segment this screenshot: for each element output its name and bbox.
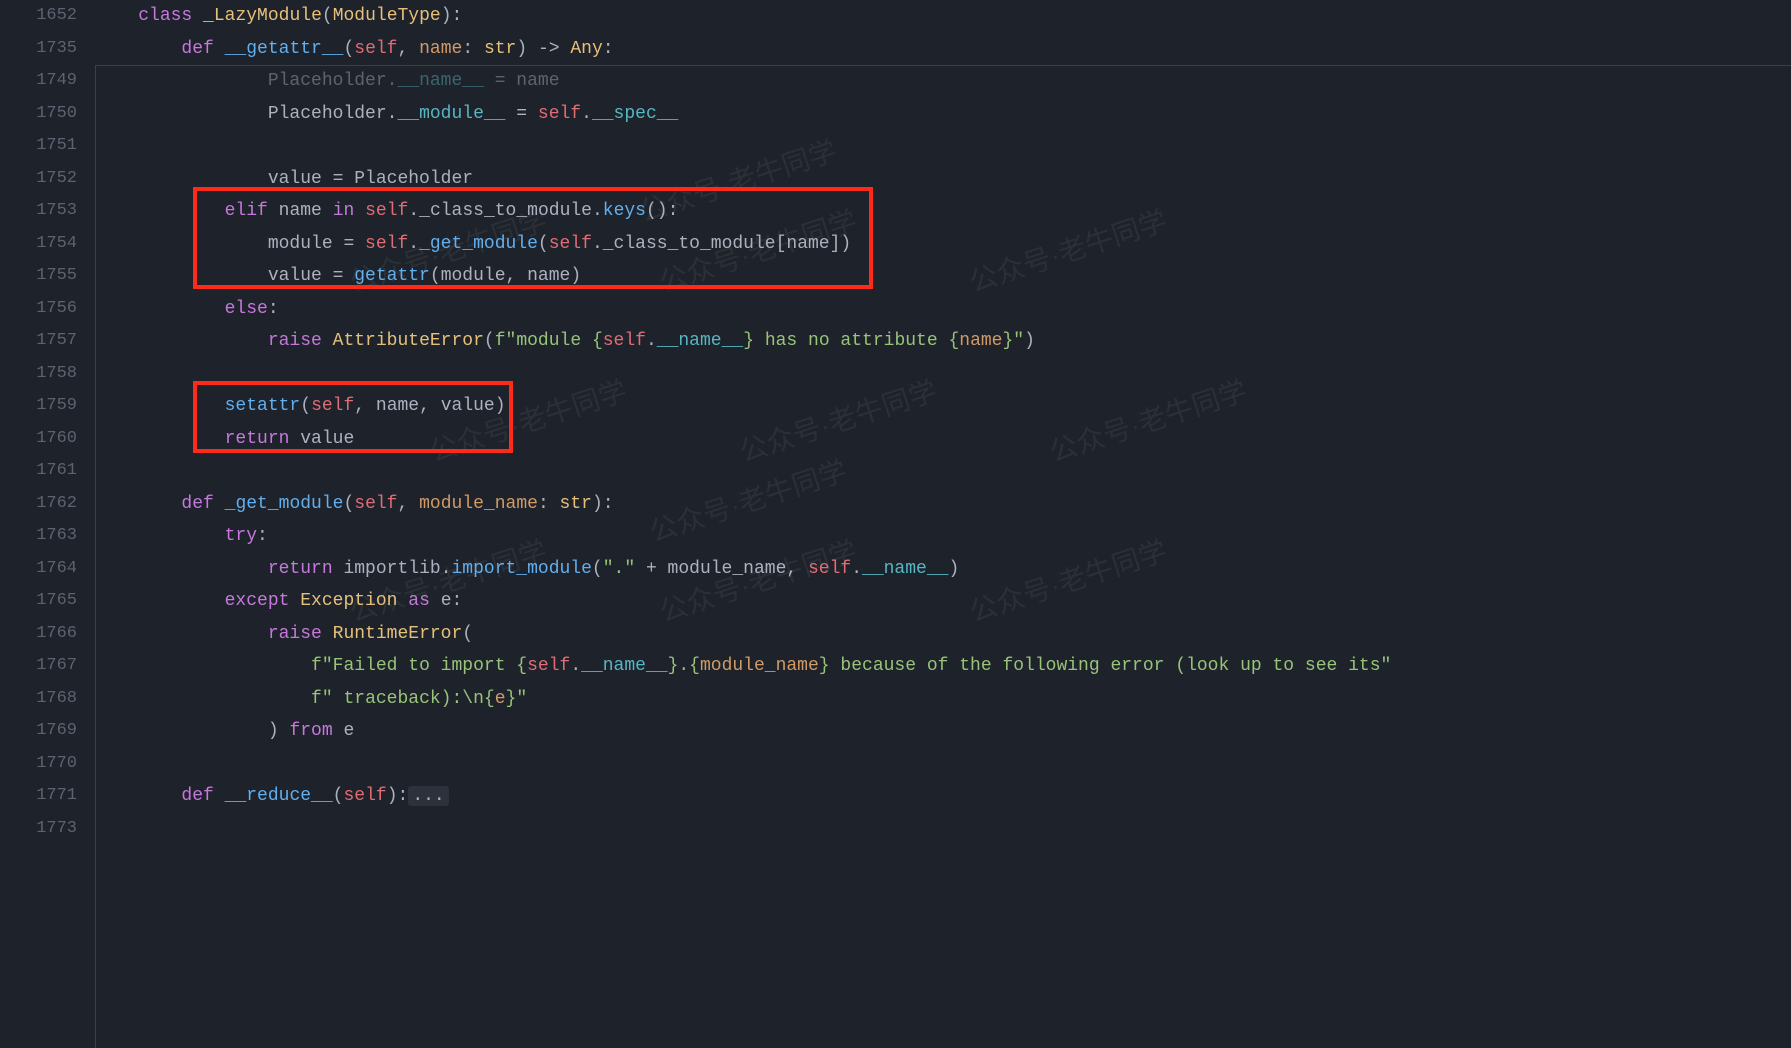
code-line[interactable]: module = self._get_module(self._class_to… (95, 228, 1791, 261)
code-line[interactable]: else: (95, 293, 1791, 326)
code-line[interactable]: except Exception as e: (95, 585, 1791, 618)
code-line[interactable] (95, 748, 1791, 781)
code-line[interactable]: class _LazyModule(ModuleType): (95, 0, 1791, 33)
fold-placeholder[interactable]: ... (408, 786, 448, 806)
code-line[interactable]: return value (95, 423, 1791, 456)
code-content[interactable]: 公众号·老牛同学 公众号·老牛同学 公众号·老牛同学 公众号·老牛同学 公众号·… (95, 0, 1791, 1048)
code-line[interactable]: raise AttributeError(f"module {self.__na… (95, 325, 1791, 358)
line-number[interactable]: 1652 (0, 0, 77, 33)
code-line[interactable]: try: (95, 520, 1791, 553)
line-number[interactable]: 1753 (0, 195, 77, 228)
line-number[interactable]: 1768 (0, 683, 77, 716)
code-line[interactable]: f"Failed to import {self.__name__}.{modu… (95, 650, 1791, 683)
line-number[interactable]: 1760 (0, 423, 77, 456)
code-line[interactable] (95, 130, 1791, 163)
line-number[interactable]: 1752 (0, 163, 77, 196)
line-number[interactable]: 1756 (0, 293, 77, 326)
code-editor[interactable]: 1652 1735 1749 1750 1751 1752 1753 1754 … (0, 0, 1791, 1048)
line-number[interactable]: 1735 (0, 33, 77, 66)
line-number[interactable]: 1754 (0, 228, 77, 261)
code-line[interactable]: return importlib.import_module("." + mod… (95, 553, 1791, 586)
line-number[interactable]: 1757 (0, 325, 77, 358)
code-line[interactable]: ) from e (95, 715, 1791, 748)
code-line[interactable]: def __reduce__(self):... (95, 780, 1791, 813)
code-line[interactable]: def _get_module(self, module_name: str): (95, 488, 1791, 521)
code-line[interactable]: f" traceback):\n{e}" (95, 683, 1791, 716)
line-number[interactable]: 1755 (0, 260, 77, 293)
line-number[interactable]: 1763 (0, 520, 77, 553)
line-number[interactable]: 1771 (0, 780, 77, 813)
code-line[interactable]: Placeholder.__name__ = name (95, 65, 1791, 98)
line-number[interactable]: 1764 (0, 553, 77, 586)
line-number[interactable]: 1766 (0, 618, 77, 651)
code-line[interactable]: def __getattr__(self, name: str) -> Any: (95, 33, 1791, 66)
code-line[interactable]: value = Placeholder (95, 163, 1791, 196)
line-number[interactable]: 1767 (0, 650, 77, 683)
line-number-gutter[interactable]: 1652 1735 1749 1750 1751 1752 1753 1754 … (0, 0, 95, 1048)
code-line[interactable]: setattr(self, name, value) (95, 390, 1791, 423)
line-number[interactable]: 1750 (0, 98, 77, 131)
line-number[interactable]: 1758 (0, 358, 77, 391)
code-line[interactable]: value = getattr(module, name) (95, 260, 1791, 293)
line-number[interactable]: 1759 (0, 390, 77, 423)
line-number[interactable]: 1769 (0, 715, 77, 748)
code-line[interactable]: elif name in self._class_to_module.keys(… (95, 195, 1791, 228)
line-number[interactable]: 1751 (0, 130, 77, 163)
line-number[interactable]: 1749 (0, 65, 77, 98)
line-number[interactable]: 1765 (0, 585, 77, 618)
code-line[interactable]: raise RuntimeError( (95, 618, 1791, 651)
line-number[interactable]: 1762 (0, 488, 77, 521)
line-number[interactable]: 1761 (0, 455, 77, 488)
line-number[interactable]: 1770 (0, 748, 77, 781)
line-number[interactable]: 1773 (0, 813, 77, 846)
code-line[interactable]: Placeholder.__module__ = self.__spec__ (95, 98, 1791, 131)
code-line[interactable] (95, 358, 1791, 391)
code-line[interactable] (95, 455, 1791, 488)
code-line[interactable] (95, 813, 1791, 846)
